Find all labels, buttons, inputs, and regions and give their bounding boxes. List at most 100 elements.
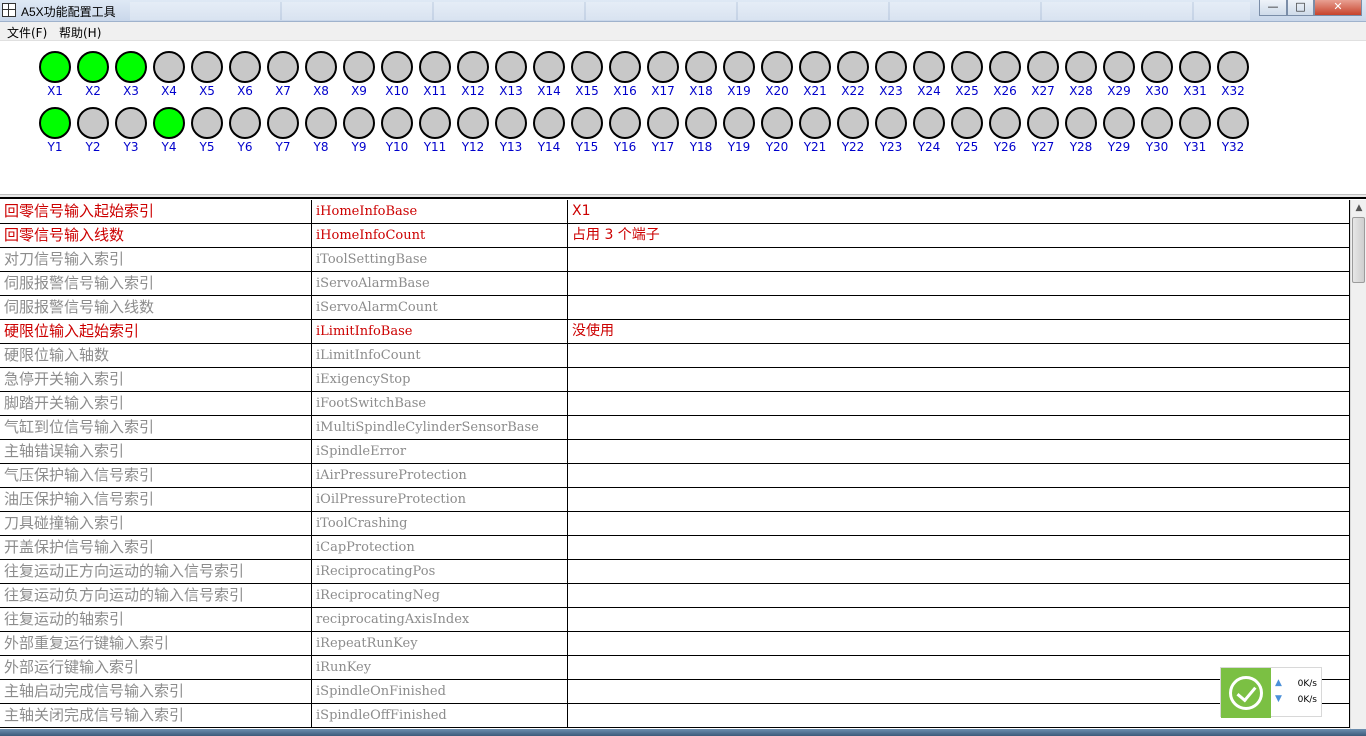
param-key[interactable]: iToolSettingBase [312, 248, 568, 271]
table-row[interactable]: 气压保护输入信号索引 iAirPressureProtection [0, 464, 1350, 488]
param-description[interactable]: 脚踏开关输入索引 [0, 392, 312, 415]
table-row[interactable]: 往复运动负方向运动的输入信号索引 iReciprocatingNeg [0, 584, 1350, 608]
table-row[interactable]: 回零信号输入起始索引 iHomeInfoBase X1 [0, 200, 1350, 224]
param-value[interactable] [568, 560, 1350, 583]
table-row[interactable]: 对刀信号输入索引 iToolSettingBase [0, 248, 1350, 272]
status-led-icon [153, 107, 185, 139]
param-key[interactable]: iSpindleError [312, 440, 568, 463]
table-row[interactable]: 急停开关输入索引 iExigencyStop [0, 368, 1350, 392]
param-description[interactable]: 主轴启动完成信号输入索引 [0, 680, 312, 703]
minimize-button[interactable]: — [1259, 0, 1287, 16]
param-key[interactable]: iCapProtection [312, 536, 568, 559]
param-key[interactable]: iLimitInfoBase [312, 320, 568, 343]
network-speed-widget[interactable]: ▲ 0K/s ▼ 0K/s [1220, 667, 1322, 718]
param-key[interactable]: iSpindleOnFinished [312, 680, 568, 703]
param-key[interactable]: iServoAlarmBase [312, 272, 568, 295]
param-value[interactable] [568, 272, 1350, 295]
param-description[interactable]: 回零信号输入线数 [0, 224, 312, 247]
table-row[interactable]: 油压保护输入信号索引 iOilPressureProtection [0, 488, 1350, 512]
table-row[interactable]: 伺服报警信号输入线数 iServoAlarmCount [0, 296, 1350, 320]
table-row[interactable]: 主轴启动完成信号输入索引 iSpindleOnFinished [0, 680, 1350, 704]
table-row[interactable]: 硬限位输入起始索引 iLimitInfoBase 没使用 [0, 320, 1350, 344]
table-row[interactable]: 硬限位输入轴数 iLimitInfoCount [0, 344, 1350, 368]
param-key[interactable]: iToolCrashing [312, 512, 568, 535]
param-key[interactable]: iLimitInfoCount [312, 344, 568, 367]
scroll-up-arrow-icon[interactable]: ▲ [1351, 200, 1366, 216]
param-key[interactable]: iHomeInfoBase [312, 200, 568, 223]
output-indicator: Y18 [684, 107, 718, 157]
param-key[interactable]: iReciprocatingNeg [312, 584, 568, 607]
param-key[interactable]: iHomeInfoCount [312, 224, 568, 247]
param-description[interactable]: 开盖保护信号输入索引 [0, 536, 312, 559]
table-row[interactable]: 外部重复运行键输入索引 iRepeatRunKey [0, 632, 1350, 656]
param-value[interactable] [568, 608, 1350, 631]
table-row[interactable]: 气缸到位信号输入索引 iMultiSpindleCylinderSensorBas… [0, 416, 1350, 440]
param-value[interactable] [568, 296, 1350, 319]
param-key[interactable]: iOilPressureProtection [312, 488, 568, 511]
param-key[interactable]: iRunKey [312, 656, 568, 679]
param-description[interactable]: 往复运动负方向运动的输入信号索引 [0, 584, 312, 607]
param-value[interactable] [568, 464, 1350, 487]
param-description[interactable]: 回零信号输入起始索引 [0, 200, 312, 223]
param-value[interactable] [568, 344, 1350, 367]
table-row[interactable]: 回零信号输入线数 iHomeInfoCount 占用 3 个端子 [0, 224, 1350, 248]
param-value[interactable] [568, 584, 1350, 607]
table-row[interactable]: 往复运动的轴索引 reciprocatingAxisIndex [0, 608, 1350, 632]
table-row[interactable]: 伺服报警信号输入索引 iServoAlarmBase [0, 272, 1350, 296]
param-description[interactable]: 气缸到位信号输入索引 [0, 416, 312, 439]
splitter[interactable] [0, 194, 1366, 199]
param-key[interactable]: iReciprocatingPos [312, 560, 568, 583]
menu-file[interactable]: 文件(F) [7, 24, 47, 41]
param-value[interactable] [568, 368, 1350, 391]
table-row[interactable]: 主轴关闭完成信号输入索引 iSpindleOffFinished [0, 704, 1350, 728]
param-description[interactable]: 急停开关输入索引 [0, 368, 312, 391]
param-value[interactable] [568, 536, 1350, 559]
param-key[interactable]: iAirPressureProtection [312, 464, 568, 487]
param-description[interactable]: 主轴关闭完成信号输入索引 [0, 704, 312, 727]
param-description[interactable]: 主轴错误输入索引 [0, 440, 312, 463]
table-row[interactable]: 开盖保护信号输入索引 iCapProtection [0, 536, 1350, 560]
param-description[interactable]: 伺服报警信号输入索引 [0, 272, 312, 295]
table-row[interactable]: 刀具碰撞输入索引 iToolCrashing [0, 512, 1350, 536]
param-value[interactable] [568, 416, 1350, 439]
param-description[interactable]: 外部运行键输入索引 [0, 656, 312, 679]
param-description[interactable]: 伺服报警信号输入线数 [0, 296, 312, 319]
param-description[interactable]: 硬限位输入轴数 [0, 344, 312, 367]
output-indicator: Y24 [912, 107, 946, 157]
param-key[interactable]: iSpindleOffFinished [312, 704, 568, 727]
param-description[interactable]: 气压保护输入信号索引 [0, 464, 312, 487]
param-value[interactable] [568, 248, 1350, 271]
menu-help[interactable]: 帮助(H) [59, 24, 101, 41]
table-row[interactable]: 主轴错误输入索引 iSpindleError [0, 440, 1350, 464]
param-description[interactable]: 往复运动正方向运动的输入信号索引 [0, 560, 312, 583]
param-description[interactable]: 油压保护输入信号索引 [0, 488, 312, 511]
param-description[interactable]: 外部重复运行键输入索引 [0, 632, 312, 655]
param-value[interactable] [568, 488, 1350, 511]
close-button[interactable]: ✕ [1314, 0, 1362, 16]
param-key[interactable]: iExigencyStop [312, 368, 568, 391]
output-indicator: Y22 [836, 107, 870, 157]
input-indicator: X12 [456, 51, 490, 101]
param-value[interactable] [568, 512, 1350, 535]
table-row[interactable]: 往复运动正方向运动的输入信号索引 iReciprocatingPos [0, 560, 1350, 584]
scroll-thumb[interactable] [1352, 217, 1365, 283]
table-row[interactable]: 脚踏开关输入索引 iFootSwitchBase [0, 392, 1350, 416]
table-row[interactable]: 外部运行键输入索引 iRunKey [0, 656, 1350, 680]
param-value[interactable] [568, 440, 1350, 463]
param-key[interactable]: iServoAlarmCount [312, 296, 568, 319]
param-value[interactable] [568, 632, 1350, 655]
param-key[interactable]: iFootSwitchBase [312, 392, 568, 415]
param-key[interactable]: reciprocatingAxisIndex [312, 608, 568, 631]
param-value[interactable]: X1 [568, 200, 1350, 223]
param-value[interactable]: 占用 3 个端子 [568, 224, 1350, 247]
param-description[interactable]: 对刀信号输入索引 [0, 248, 312, 271]
param-value[interactable]: 没使用 [568, 320, 1350, 343]
param-value[interactable] [568, 392, 1350, 415]
maximize-button[interactable]: □ [1287, 0, 1314, 16]
param-description[interactable]: 往复运动的轴索引 [0, 608, 312, 631]
param-key[interactable]: iRepeatRunKey [312, 632, 568, 655]
vertical-scrollbar[interactable]: ▲ [1350, 200, 1366, 736]
param-description[interactable]: 刀具碰撞输入索引 [0, 512, 312, 535]
param-key[interactable]: iMultiSpindleCylinderSensorBase [312, 416, 568, 439]
param-description[interactable]: 硬限位输入起始索引 [0, 320, 312, 343]
